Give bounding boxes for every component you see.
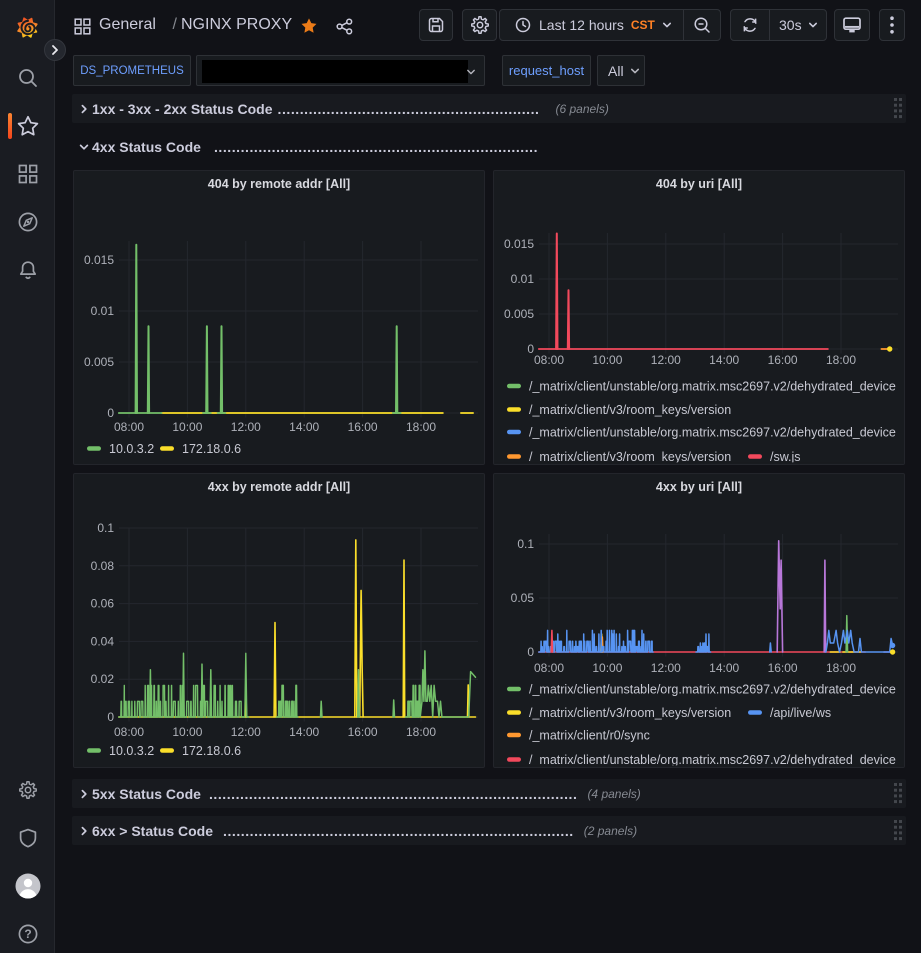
svg-text:14:00: 14:00 <box>289 725 319 739</box>
svg-text:/_matrix/client/unstable/org.m: /_matrix/client/unstable/org.matrix.msc2… <box>529 379 896 393</box>
svg-text:12:00: 12:00 <box>651 661 681 675</box>
svg-text:0.015: 0.015 <box>504 237 534 251</box>
svg-text:0.01: 0.01 <box>91 304 115 318</box>
svg-text:16:00: 16:00 <box>768 353 798 367</box>
svg-text:10:00: 10:00 <box>592 661 622 675</box>
svg-text:172.18.0.6: 172.18.0.6 <box>182 442 241 456</box>
svg-text:0: 0 <box>527 645 534 659</box>
svg-text:08:00: 08:00 <box>534 353 564 367</box>
svg-text:14:00: 14:00 <box>709 661 739 675</box>
svg-text:0.005: 0.005 <box>84 355 114 369</box>
svg-text:10:00: 10:00 <box>172 725 202 739</box>
svg-text:0.1: 0.1 <box>97 521 114 535</box>
svg-text:0.08: 0.08 <box>91 559 115 573</box>
svg-text:/_matrix/client/unstable/org.m: /_matrix/client/unstable/org.matrix.msc2… <box>529 425 896 439</box>
svg-text:/_matrix/client/v3/room_keys/v: /_matrix/client/v3/room_keys/version <box>529 706 731 720</box>
svg-text:/_matrix/client/unstable/org.m: /_matrix/client/unstable/org.matrix.msc2… <box>529 753 896 767</box>
svg-text:12:00: 12:00 <box>231 725 261 739</box>
svg-text:10.0.3.2: 10.0.3.2 <box>109 744 154 758</box>
svg-text:0: 0 <box>107 406 114 420</box>
svg-text:18:00: 18:00 <box>406 725 436 739</box>
svg-text:0.04: 0.04 <box>91 634 115 648</box>
svg-text:/_matrix/client/r0/sync: /_matrix/client/r0/sync <box>529 728 650 742</box>
svg-text:08:00: 08:00 <box>114 420 144 434</box>
svg-text:0.015: 0.015 <box>84 253 114 267</box>
svg-text:172.18.0.6: 172.18.0.6 <box>182 744 241 758</box>
svg-text:08:00: 08:00 <box>534 661 564 675</box>
svg-text:0.01: 0.01 <box>511 272 535 286</box>
svg-text:/api/live/ws: /api/live/ws <box>770 706 831 720</box>
svg-text:16:00: 16:00 <box>348 420 378 434</box>
svg-text:0.005: 0.005 <box>504 307 534 321</box>
svg-text:/_matrix/client/v3/room_keys/v: /_matrix/client/v3/room_keys/version <box>529 450 731 464</box>
svg-text:16:00: 16:00 <box>348 725 378 739</box>
svg-text:0.06: 0.06 <box>91 597 115 611</box>
svg-text:12:00: 12:00 <box>651 353 681 367</box>
svg-text:10:00: 10:00 <box>592 353 622 367</box>
svg-text:12:00: 12:00 <box>231 420 261 434</box>
svg-text:0.02: 0.02 <box>91 672 115 686</box>
svg-text:0.05: 0.05 <box>511 591 535 605</box>
svg-text:16:00: 16:00 <box>768 661 798 675</box>
svg-text:0.1: 0.1 <box>517 537 534 551</box>
svg-text:/_matrix/client/unstable/org.m: /_matrix/client/unstable/org.matrix.msc2… <box>529 682 896 696</box>
svg-text:10.0.3.2: 10.0.3.2 <box>109 442 154 456</box>
svg-text:18:00: 18:00 <box>826 661 856 675</box>
svg-text:10:00: 10:00 <box>172 420 202 434</box>
svg-text:/sw.js: /sw.js <box>770 450 801 464</box>
svg-text:/_matrix/client/v3/room_keys/v: /_matrix/client/v3/room_keys/version <box>529 403 731 417</box>
svg-text:18:00: 18:00 <box>406 420 436 434</box>
svg-text:18:00: 18:00 <box>826 353 856 367</box>
svg-text:14:00: 14:00 <box>709 353 739 367</box>
svg-text:?: ? <box>24 927 31 941</box>
svg-text:0: 0 <box>107 710 114 724</box>
svg-text:08:00: 08:00 <box>114 725 144 739</box>
svg-text:14:00: 14:00 <box>289 420 319 434</box>
